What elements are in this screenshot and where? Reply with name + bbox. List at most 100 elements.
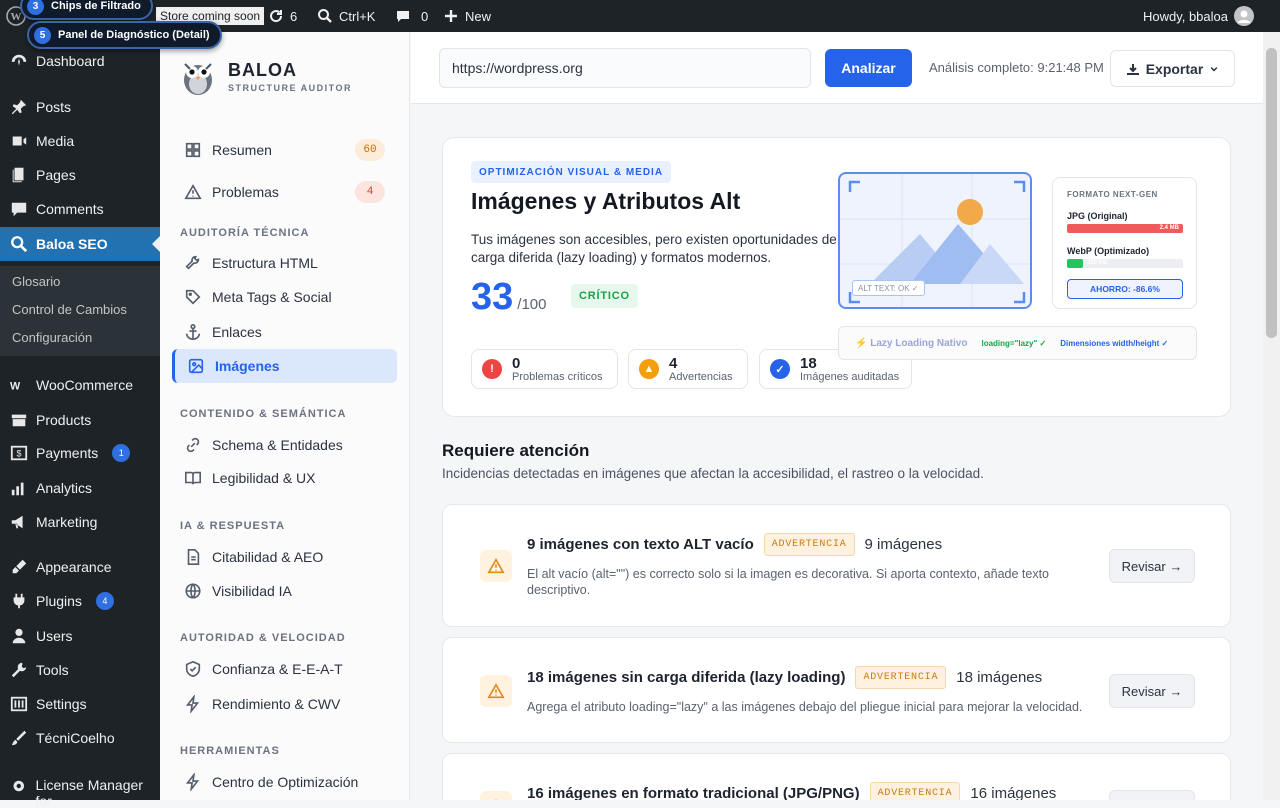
jpg-bar-fill: 2.4 MB [1067, 224, 1183, 233]
account-menu[interactable]: Howdy, bbaloa [1143, 0, 1254, 32]
resumen-count-badge: 60 [355, 139, 385, 161]
menu-media[interactable]: Media [0, 124, 160, 158]
menu-appearance[interactable]: Appearance [0, 550, 160, 584]
jpg-size: 2.4 MB [1159, 225, 1179, 231]
pushpin-icon [11, 99, 27, 115]
score-value: 33 [471, 276, 514, 318]
page-scrollbar[interactable] [1263, 32, 1280, 800]
nav-resumen[interactable]: Resumen 60 [172, 133, 397, 167]
menu-label: License Manager for [35, 777, 143, 808]
menu-dashboard[interactable]: Dashboard [0, 44, 160, 78]
wrench-icon [185, 255, 200, 270]
menu-label: Comments [36, 201, 104, 217]
nav-label: Estructura HTML [212, 255, 318, 271]
nav-enlaces[interactable]: Enlaces [172, 315, 397, 349]
menu-tecnicoelho[interactable]: TécniCoelho [0, 721, 160, 755]
chip-number: 3 [27, 0, 44, 15]
pages-icon [12, 167, 24, 183]
user-icon [12, 628, 26, 644]
menu-tools[interactable]: Tools [0, 653, 160, 687]
section-herramientas: HERRAMIENTAS [180, 745, 280, 757]
plus-icon [445, 10, 457, 22]
score-status-badge: CRÍTICO [571, 284, 638, 308]
lightning-icon [185, 695, 200, 713]
menu-label: Posts [36, 99, 72, 115]
review-button[interactable]: Revisar → [1109, 790, 1195, 800]
globe-icon [185, 583, 201, 599]
menu-label: TécniCoelho [36, 730, 115, 746]
review-button[interactable]: Revisar → [1109, 549, 1195, 583]
new-content-link[interactable]: New [443, 0, 491, 32]
menu-analytics[interactable]: Analytics [0, 471, 160, 505]
woocommerce-icon: W [10, 381, 21, 393]
export-button[interactable]: Exportar [1110, 50, 1235, 87]
menu-woocommerce[interactable]: W WooCommerce [0, 368, 160, 402]
comments-link[interactable]: 0 [395, 0, 428, 32]
lazy-attr-label: loading="lazy" ✓ [981, 338, 1047, 348]
problemas-count-badge: 4 [355, 181, 385, 203]
menu-label: Payments [36, 445, 99, 461]
menu-payments[interactable]: $ Payments 1 [0, 436, 160, 470]
updates-link[interactable]: 6 [268, 0, 297, 32]
scrollbar-thumb[interactable] [1266, 48, 1277, 338]
menu-pages[interactable]: Pages [0, 158, 160, 192]
anchor-icon [185, 323, 201, 341]
submenu-configuracion[interactable]: Configuración [12, 330, 92, 345]
menu-baloa-seo[interactable]: Baloa SEO [0, 227, 160, 261]
nav-imagenes[interactable]: Imágenes [172, 349, 397, 383]
wp-admin-menu: Dashboard Posts Media Pages Comments Bal… [0, 32, 160, 808]
menu-users[interactable]: Users [0, 619, 160, 653]
attention-description: Incidencias detectadas en imágenes que a… [442, 466, 984, 481]
menu-products[interactable]: Products [0, 403, 160, 437]
issue-count: 18 imágenes [956, 669, 1043, 686]
submenu-glosario[interactable]: Glosario [12, 274, 60, 289]
submenu-control-cambios[interactable]: Control de Cambios [12, 302, 127, 317]
chevron-down-icon [1210, 66, 1218, 71]
nav-confianza[interactable]: Confianza & E-E-A-T [172, 652, 397, 686]
nav-label: Imágenes [215, 358, 280, 374]
brush-icon [11, 730, 27, 746]
severity-badge: ADVERTENCIA [763, 533, 855, 556]
url-input[interactable]: https://wordpress.org [439, 48, 811, 88]
menu-comments[interactable]: Comments [0, 192, 160, 226]
paintbrush-icon [12, 559, 27, 574]
nav-estructura-html[interactable]: Estructura HTML [172, 246, 397, 280]
nav-legibilidad[interactable]: Legibilidad & UX [172, 461, 397, 495]
issue-description: El alt vacío (alt="") es correcto solo s… [527, 567, 1049, 597]
nav-label: Problemas [212, 184, 279, 200]
nav-problemas[interactable]: Problemas 4 [172, 175, 397, 209]
brand-subtitle: STRUCTURE AUDITOR [228, 82, 352, 93]
nav-label: Rendimiento & CWV [212, 696, 341, 712]
issue-title: 9 imágenes con texto ALT vacío [527, 536, 754, 553]
menu-marketing[interactable]: Marketing [0, 505, 160, 539]
command-palette-link[interactable]: Ctrl+K [317, 0, 375, 32]
nav-centro-optimizacion[interactable]: Centro de Optimización [172, 765, 397, 799]
nav-meta-tags[interactable]: Meta Tags & Social [172, 280, 397, 314]
menu-settings[interactable]: Settings [0, 687, 160, 721]
issue-card: 16 imágenes en formato tradicional (JPG/… [442, 753, 1231, 800]
nav-visibilidad-ia[interactable]: Visibilidad IA [172, 574, 397, 608]
warning-icon [480, 675, 512, 707]
review-button[interactable]: Revisar → [1109, 674, 1195, 708]
tour-chip-filtrado[interactable]: 3 Chips de Filtrado [20, 0, 153, 20]
chip-label: Panel de Diagnóstico (Detail) [58, 29, 210, 41]
severity-badge: ADVERTENCIA [855, 666, 947, 689]
baloa-submenu: Glosario Control de Cambios Configuració… [0, 266, 160, 356]
score-max: /100 [517, 296, 547, 313]
tour-chip-diagnostico[interactable]: 5 Panel de Diagnóstico (Detail) [27, 21, 222, 49]
wrench-icon [11, 662, 27, 678]
nav-schema[interactable]: Schema & Entidades [172, 428, 397, 462]
menu-license-manager[interactable]: License Manager for [0, 768, 160, 808]
analyze-button[interactable]: Analizar [825, 49, 912, 87]
menu-posts[interactable]: Posts [0, 90, 160, 124]
stat-label: Advertencias [669, 370, 733, 383]
nav-rendimiento[interactable]: Rendimiento & CWV [172, 687, 397, 721]
section-ia-respuesta: IA & RESPUESTA [180, 520, 286, 532]
lazy-loading-strip: ⚡ Lazy Loading Nativo loading="lazy" ✓ D… [838, 326, 1197, 360]
menu-label: Media [36, 133, 75, 149]
gear-icon [13, 780, 25, 792]
menu-plugins[interactable]: Plugins 4 [0, 584, 160, 618]
menu-label: Tools [36, 662, 69, 678]
nav-citabilidad[interactable]: Citabilidad & AEO [172, 540, 397, 574]
menu-label: Pages [36, 167, 76, 183]
